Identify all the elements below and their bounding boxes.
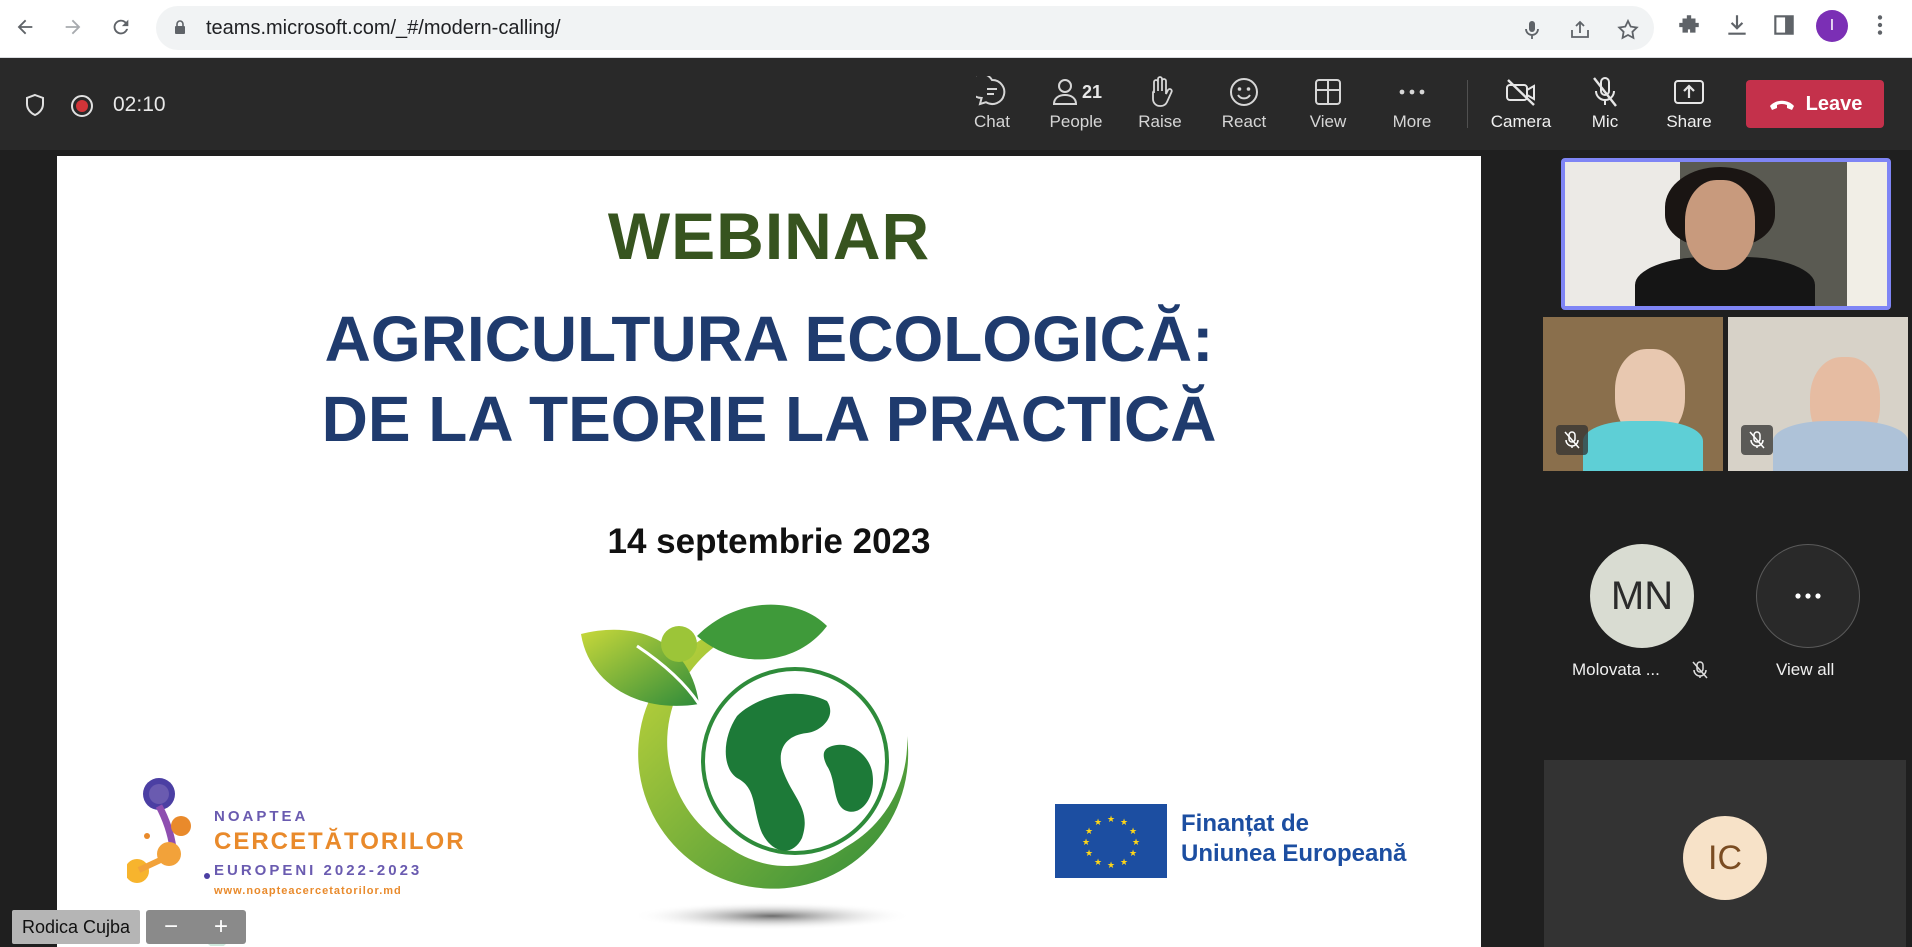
eu-funding-line1: Finanțat de (1181, 810, 1310, 837)
more-dots-icon (1397, 74, 1427, 110)
people-count: 21 (1081, 81, 1103, 102)
meeting-timer: 02:10 (113, 93, 166, 116)
svg-text:★: ★ (1107, 815, 1115, 825)
address-bar[interactable]: teams.microsoft.com/_#/modern-calling/ (156, 6, 1654, 50)
researchers-night-line3: EUROPENI 2022-2023 (214, 862, 423, 879)
participant-video-body (1583, 421, 1703, 471)
hang-up-icon (1769, 100, 1794, 110)
svg-text:★: ★ (1085, 849, 1093, 859)
svg-text:★: ★ (1094, 818, 1102, 828)
muted-mic-icon (1692, 661, 1708, 679)
participant-video-tile[interactable] (1543, 317, 1723, 471)
share-button[interactable]: Share (1651, 74, 1727, 142)
participant-video-tile[interactable] (1728, 317, 1908, 471)
share-screen-icon (1673, 74, 1705, 110)
presenter-name-tag: Rodica Cujba (12, 910, 141, 944)
camera-button[interactable]: Camera (1483, 74, 1559, 142)
slide-subtitle-line1: AGRICULTURA ECOLOGICĂ: (324, 303, 1214, 375)
svg-text:★: ★ (1085, 827, 1093, 837)
more-label: More (1392, 112, 1432, 131)
more-button[interactable]: More (1374, 74, 1450, 142)
chat-button[interactable]: Chat (954, 74, 1030, 142)
extensions-icon[interactable] (1676, 12, 1702, 38)
camera-label: Camera (1490, 112, 1552, 131)
leave-button[interactable]: Leave (1746, 80, 1884, 128)
reload-icon[interactable] (104, 10, 138, 44)
profile-avatar[interactable]: I (1816, 10, 1848, 42)
slide-title: WEBINAR (607, 199, 931, 273)
forward-icon[interactable] (56, 10, 90, 44)
participant-avatar-ic: IC (1683, 816, 1767, 900)
react-label: React (1221, 112, 1267, 131)
slide-date: 14 septembrie 2023 (607, 522, 931, 561)
mic-label: Mic (1591, 112, 1619, 131)
shared-slide: WEBINAR AGRICULTURA ECOLOGICĂ: DE LA TEO… (57, 156, 1481, 947)
back-icon[interactable] (8, 10, 42, 44)
slide-subtitle-line2: DE LA TEORIE LA PRACTICĂ (321, 383, 1217, 455)
menu-kebab-icon[interactable] (1867, 12, 1893, 38)
raise-label: Raise (1138, 112, 1182, 131)
eu-funding-line2: Uniunea Europeană (1181, 840, 1407, 867)
leave-label: Leave (1805, 92, 1863, 115)
svg-text:★: ★ (1120, 858, 1128, 868)
raise-hand-button[interactable]: Raise (1122, 74, 1198, 142)
grid-view-icon (1313, 74, 1343, 110)
active-speaker-video-tile[interactable] (1561, 158, 1891, 310)
eu-flag-icon: ★ ★★★ ★★★★ ★★★★ (1055, 804, 1167, 878)
download-icon[interactable] (1724, 12, 1750, 38)
lock-icon (175, 20, 185, 34)
svg-text:★: ★ (1082, 838, 1090, 848)
researchers-night-url: www.noapteacercetatorilor.md (214, 885, 402, 897)
view-button[interactable]: View (1290, 74, 1366, 142)
svg-text:★: ★ (1107, 861, 1115, 871)
researchers-night-line2: CERCETĂTORILOR (214, 828, 466, 855)
smiley-icon (1228, 74, 1260, 110)
people-button[interactable]: 21 People (1038, 74, 1114, 142)
camera-off-icon (1504, 74, 1538, 110)
react-button[interactable]: React (1206, 74, 1282, 142)
chat-icon (976, 74, 1008, 110)
svg-text:★: ★ (1120, 818, 1128, 828)
slide-zoom-controls: − + (146, 910, 246, 944)
url-text: teams.microsoft.com/_#/modern-calling/ (206, 17, 561, 39)
recording-indicator-icon (71, 95, 93, 117)
muted-mic-icon (1741, 425, 1773, 455)
svg-text:★: ★ (1094, 858, 1102, 868)
more-dots-icon (1795, 593, 1821, 599)
mic-button[interactable]: Mic (1567, 74, 1643, 142)
microphone-icon[interactable] (1520, 18, 1544, 42)
view-all-label: View all (1776, 660, 1835, 679)
svg-text:★: ★ (1129, 827, 1137, 837)
participant-name-mn: Molovata ... (1572, 660, 1660, 679)
participant-video-face (1685, 180, 1755, 270)
raise-hand-icon (1145, 74, 1175, 110)
svg-text:★: ★ (1129, 849, 1137, 859)
toolbar-divider (1467, 80, 1468, 128)
share-label: Share (1666, 112, 1712, 131)
participant-video-body (1773, 421, 1908, 471)
chat-label: Chat (974, 112, 1010, 131)
svg-text:★: ★ (1132, 838, 1140, 848)
view-all-button[interactable] (1756, 544, 1860, 648)
participant-avatar-mn[interactable]: MN (1590, 544, 1694, 648)
zoom-in-icon[interactable]: + (214, 913, 228, 941)
shield-icon[interactable] (24, 93, 46, 117)
view-label: View (1309, 112, 1347, 131)
zoom-out-icon[interactable]: − (164, 913, 178, 941)
share-page-icon[interactable] (1568, 18, 1592, 42)
muted-mic-icon (1556, 425, 1588, 455)
bookmark-star-icon[interactable] (1616, 18, 1640, 42)
people-icon (1052, 79, 1077, 105)
mic-off-icon (1590, 74, 1620, 110)
researchers-night-line1: NOAPTEA (214, 808, 309, 825)
browser-toolbar: teams.microsoft.com/_#/modern-calling/ I (0, 0, 1912, 58)
side-panel-icon[interactable] (1771, 12, 1797, 38)
eco-globe-icon (581, 604, 912, 930)
people-label: People (1049, 112, 1103, 131)
